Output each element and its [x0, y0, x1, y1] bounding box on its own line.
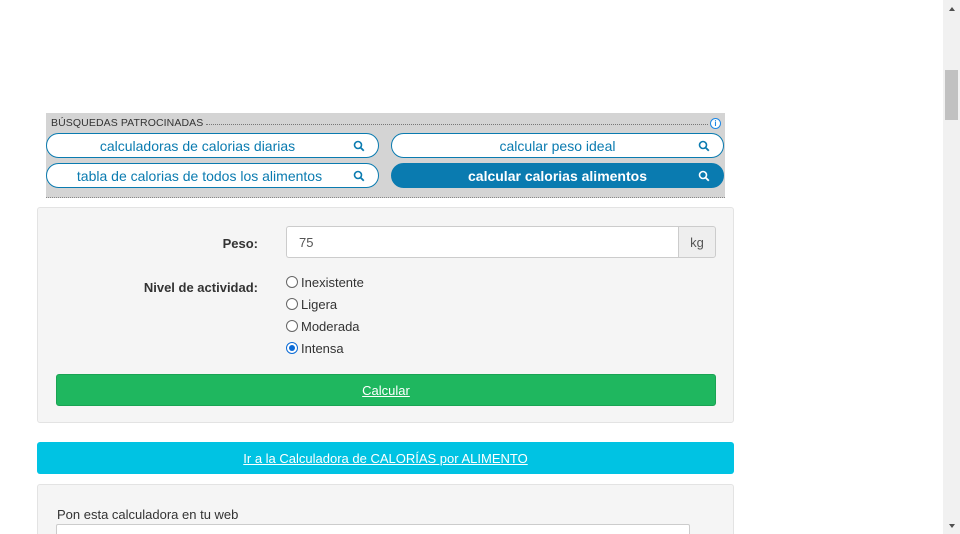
activity-option-label: Inexistente — [301, 274, 364, 290]
search-icon — [698, 140, 710, 152]
sponsored-search-tabla-calorias[interactable]: tabla de calorias de todos los alimentos — [46, 163, 379, 188]
sponsored-search-label: calcular calorias alimentos — [468, 167, 647, 184]
scrollbar-thumb[interactable] — [945, 70, 958, 120]
sponsored-search-label: calcular peso ideal — [499, 137, 616, 154]
activity-option-label: Intensa — [301, 340, 344, 356]
radio-button[interactable] — [286, 320, 298, 332]
search-icon — [698, 170, 710, 182]
activity-option-intensa[interactable]: Intensa — [286, 340, 344, 356]
food-calculator-link[interactable]: Ir a la Calculadora de CALORÍAS por ALIM… — [37, 442, 734, 474]
weight-label: Peso: — [222, 236, 258, 251]
calculate-button[interactable]: Calcular — [56, 374, 716, 406]
activity-label: Nivel de actividad: — [143, 280, 258, 295]
sponsored-search-peso-ideal[interactable]: calcular peso ideal — [391, 133, 724, 158]
embed-label: Pon esta calculadora en tu web — [57, 507, 239, 522]
weight-input-group: kg — [286, 226, 716, 258]
info-icon[interactable]: i — [710, 117, 721, 129]
activity-option-ligera[interactable]: Ligera — [286, 296, 337, 312]
embed-code-box[interactable] — [56, 524, 690, 534]
scroll-down-arrow-icon[interactable] — [943, 517, 960, 534]
scroll-up-arrow-icon[interactable] — [943, 0, 960, 17]
search-icon — [353, 170, 365, 182]
sponsored-label: BÚSQUEDAS PATROCINADAS — [51, 117, 207, 129]
activity-option-moderada[interactable]: Moderada — [286, 318, 360, 334]
sponsored-searches: BÚSQUEDAS PATROCINADAS i calculadoras de… — [46, 113, 725, 198]
sponsored-search-calorias-alimentos[interactable]: calcular calorias alimentos — [391, 163, 724, 188]
calculator-form: Peso: kg Nivel de actividad: Inexistente… — [37, 207, 734, 423]
weight-input[interactable] — [286, 226, 678, 258]
activity-option-label: Ligera — [301, 296, 338, 312]
activity-option-inexistente[interactable]: Inexistente — [286, 274, 364, 290]
radio-button[interactable] — [286, 298, 298, 310]
sponsored-search-calorias-diarias[interactable]: calculadoras de calorias diarias — [46, 133, 379, 158]
weight-unit: kg — [678, 226, 716, 258]
radio-button-selected[interactable] — [286, 342, 298, 354]
embed-panel: Pon esta calculadora en tu web — [37, 484, 734, 534]
activity-option-label: Moderada — [301, 318, 360, 334]
search-icon — [353, 140, 365, 152]
vertical-scrollbar[interactable] — [943, 0, 960, 534]
sponsored-header: BÚSQUEDAS PATROCINADAS i — [51, 117, 721, 129]
sponsored-search-label: calculadoras de calorias diarias — [99, 137, 296, 154]
sponsored-search-label: tabla de calorias de todos los alimentos — [76, 167, 323, 184]
radio-button[interactable] — [286, 276, 298, 288]
dotted-divider — [206, 124, 708, 125]
